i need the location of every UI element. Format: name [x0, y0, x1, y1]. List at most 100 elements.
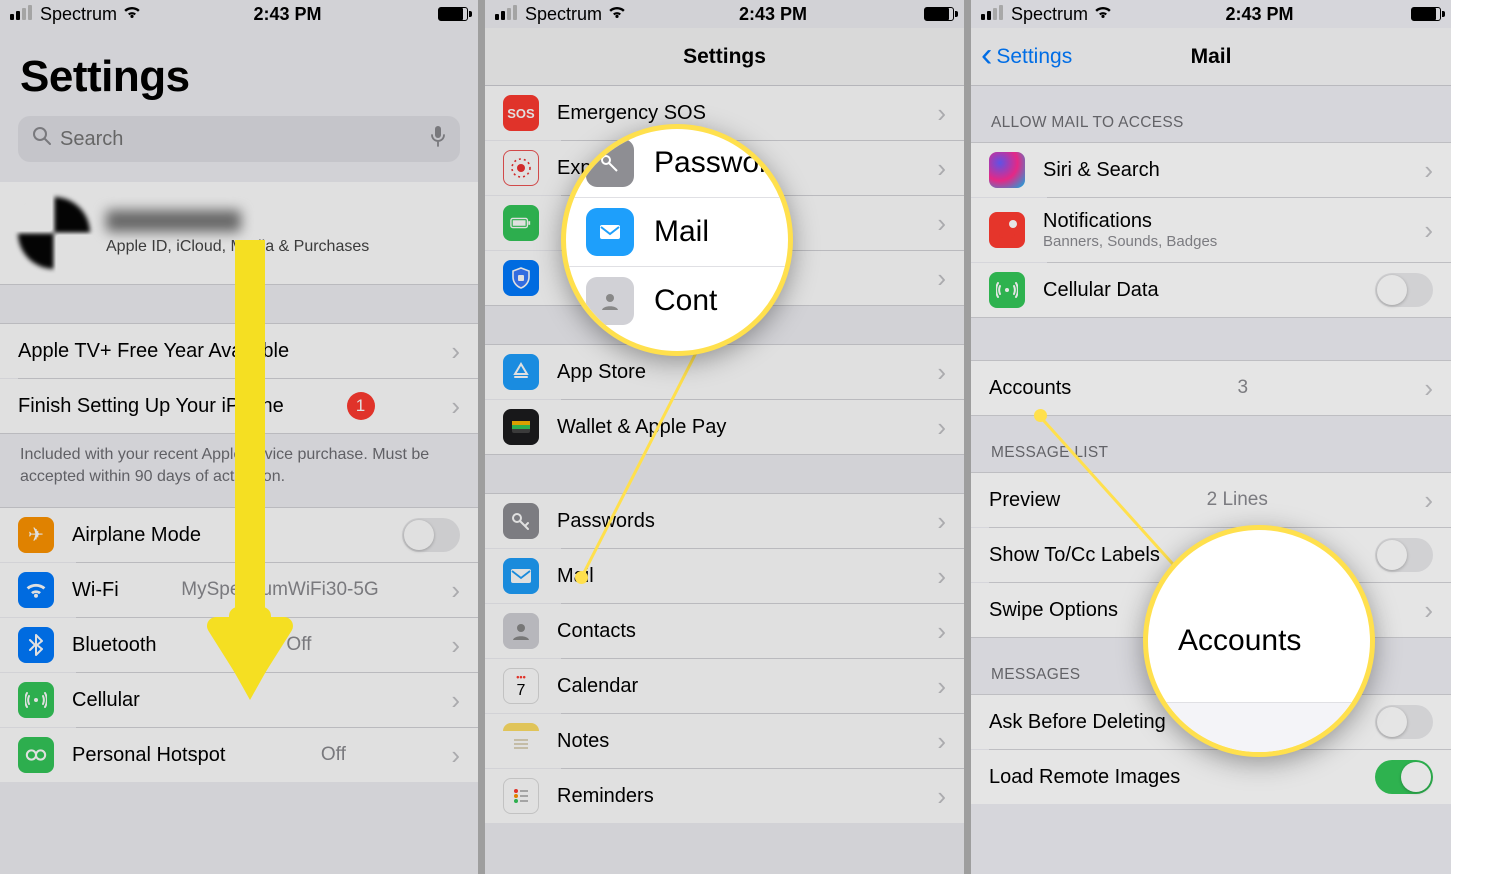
wifi-icon [1094, 4, 1112, 24]
battery-icon [503, 205, 539, 241]
screenshot-1-settings-root: Spectrum 2:43 PM Settings Apple ID, iClo… [0, 0, 478, 874]
cellular-cell[interactable]: Cellular [0, 673, 478, 727]
cellular-data-cell[interactable]: Cellular Data [971, 263, 1451, 317]
notifications-cell[interactable]: Notifications Banners, Sounds, Badges [971, 198, 1451, 262]
annotation-dot [575, 571, 588, 584]
cell-sublabel: Banners, Sounds, Badges [1043, 233, 1217, 250]
wifi-icon [18, 572, 54, 608]
nav-title: Mail [1191, 45, 1232, 69]
clock: 2:43 PM [739, 4, 807, 25]
chevron-right-icon [1414, 485, 1433, 516]
user-name-redacted [106, 210, 241, 232]
preview-value: 2 Lines [1207, 489, 1268, 511]
chevron-right-icon [1414, 155, 1433, 186]
battery-icon [438, 7, 468, 21]
hotspot-cell[interactable]: Personal Hotspot Off [0, 728, 478, 782]
carrier-label: Spectrum [1011, 4, 1088, 25]
bubble-accounts: Accounts [1178, 624, 1301, 658]
key-icon [503, 503, 539, 539]
cell-label: Accounts [989, 377, 1071, 400]
chevron-right-icon [927, 561, 946, 592]
annotation-dot [1034, 409, 1047, 422]
exposure-icon [503, 150, 539, 186]
chevron-right-icon [927, 357, 946, 388]
preview-cell[interactable]: Preview 2 Lines [971, 473, 1451, 527]
emergency-sos[interactable]: SOS Emergency SOS [485, 86, 964, 140]
apple-id-cell[interactable]: Apple ID, iCloud, Media & Purchases [0, 182, 478, 284]
group-footer-note: Included with your recent Apple device p… [0, 434, 478, 507]
cell-label: Personal Hotspot [72, 744, 225, 767]
finish-setup[interactable]: Finish Setting Up Your iPhone 1 [0, 379, 478, 433]
airplane-mode[interactable]: ✈ Airplane Mode [0, 508, 478, 562]
annotation-magnifier-mail: Passwords Mail Cont [561, 124, 793, 356]
calendar-cell[interactable]: •••7 Calendar [485, 659, 964, 713]
section-message-list: MESSAGE LIST [971, 416, 1451, 472]
remote-images-toggle[interactable] [1375, 760, 1433, 794]
cellular-toggle[interactable] [1375, 273, 1433, 307]
wallet-cell[interactable]: Wallet & Apple Pay [485, 400, 964, 454]
page-title: Settings [0, 28, 478, 116]
carrier-label: Spectrum [525, 4, 602, 25]
chevron-right-icon [441, 575, 460, 606]
cell-label: Preview [989, 489, 1060, 512]
contacts-icon [586, 277, 634, 325]
notification-badge: 1 [347, 392, 375, 420]
cellular-icon [989, 272, 1025, 308]
chevron-right-icon [927, 98, 946, 129]
screenshot-3-mail-settings: Spectrum 2:43 PM Settings Mail ALLOW MAI… [971, 0, 1451, 874]
cell-label: Bluetooth [72, 634, 157, 657]
chevron-right-icon [927, 263, 946, 294]
passwords-cell[interactable]: Passwords [485, 494, 964, 548]
apple-id-sub: Apple ID, iCloud, Media & Purchases [106, 238, 369, 256]
chevron-right-icon [1414, 215, 1433, 246]
cell-label: Emergency SOS [557, 102, 706, 125]
notes-cell[interactable]: Notes [485, 714, 964, 768]
chevron-right-icon [927, 671, 946, 702]
contacts-cell[interactable]: Contacts [485, 604, 964, 658]
annotation-magnifier-accounts: Accounts [1143, 525, 1375, 757]
wifi-cell[interactable]: Wi-Fi MySpectrumWiFi30-5G [0, 563, 478, 617]
wallet-icon [503, 409, 539, 445]
section-allow-access: ALLOW MAIL TO ACCESS [971, 86, 1451, 142]
app-store-cell[interactable]: App Store [485, 345, 964, 399]
sos-icon: SOS [503, 95, 539, 131]
clock: 2:43 PM [1226, 4, 1294, 25]
accounts-cell[interactable]: Accounts 3 [971, 361, 1451, 415]
chevron-right-icon [927, 726, 946, 757]
cell-label: Airplane Mode [72, 524, 201, 547]
cell-label: Swipe Options [989, 599, 1118, 622]
search-field[interactable] [18, 116, 460, 162]
cell-label: Cellular Data [1043, 279, 1159, 302]
apple-tv-promo[interactable]: Apple TV+ Free Year Available [0, 324, 478, 378]
cell-label: Cellular [72, 689, 140, 712]
siri-icon [989, 152, 1025, 188]
nav-bar: Settings [485, 28, 964, 86]
back-button[interactable]: Settings [981, 45, 1072, 69]
cell-label: Calendar [557, 675, 638, 698]
signal-icon [10, 4, 34, 25]
chevron-right-icon [441, 685, 460, 716]
load-remote-images-cell[interactable]: Load Remote Images [971, 750, 1451, 804]
signal-icon [495, 4, 519, 25]
reminders-cell[interactable]: Reminders [485, 769, 964, 823]
tocc-toggle[interactable] [1375, 538, 1433, 572]
airplane-icon: ✈ [18, 517, 54, 553]
cell-label: Wallet & Apple Pay [557, 416, 726, 439]
clock: 2:43 PM [254, 4, 322, 25]
notifications-icon [989, 212, 1025, 248]
chevron-right-icon [441, 740, 460, 771]
airplane-toggle[interactable] [402, 518, 460, 552]
chevron-right-icon [927, 506, 946, 537]
bubble-pass: Passwords [654, 146, 768, 180]
cell-label: Finish Setting Up Your iPhone [18, 395, 284, 418]
battery-icon [924, 7, 954, 21]
chevron-right-icon [441, 391, 460, 422]
bluetooth-cell[interactable]: Bluetooth Off [0, 618, 478, 672]
cell-label: Reminders [557, 785, 654, 808]
search-input[interactable] [60, 128, 422, 151]
chevron-right-icon [441, 630, 460, 661]
status-bar: Spectrum 2:43 PM [0, 0, 478, 28]
mail-cell[interactable]: Mail [485, 549, 964, 603]
ask-delete-toggle[interactable] [1375, 705, 1433, 739]
siri-search-cell[interactable]: Siri & Search [971, 143, 1451, 197]
